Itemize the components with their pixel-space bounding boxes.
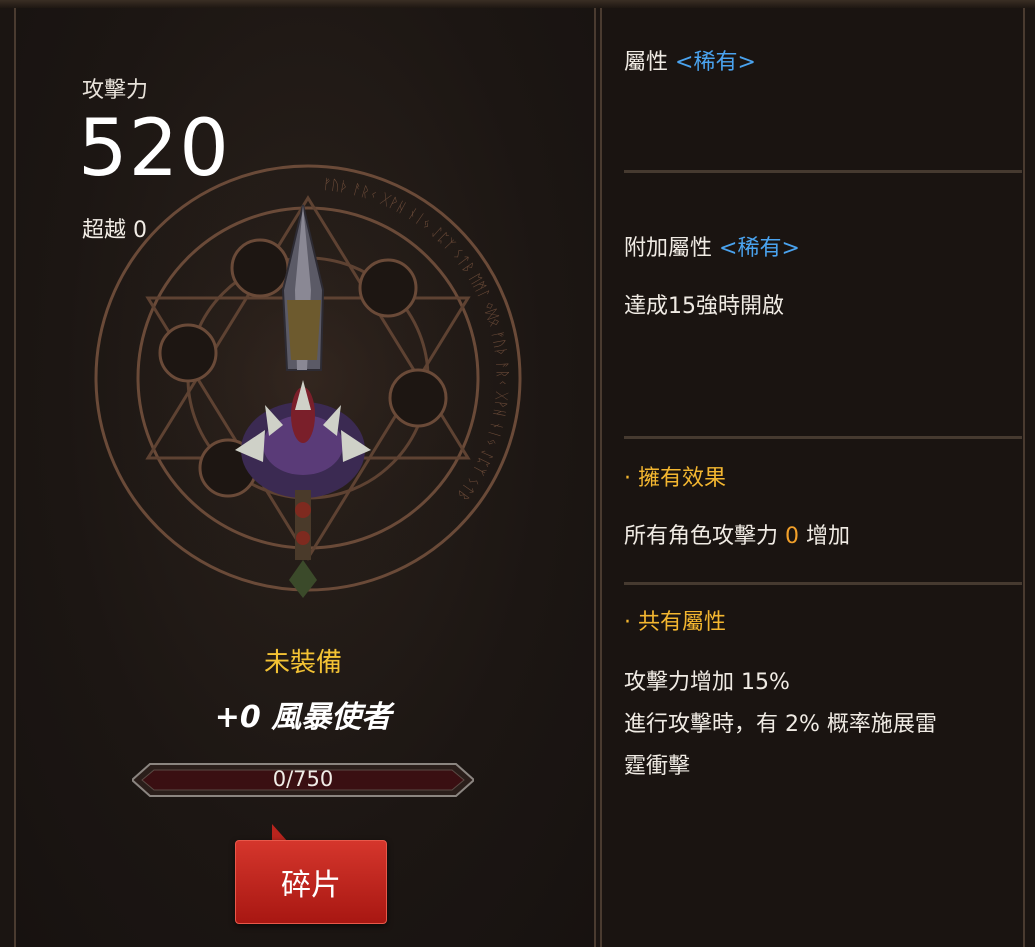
window-top-frame bbox=[0, 0, 1035, 8]
bonus-unlock-text: 達成15強時開啟 bbox=[624, 294, 784, 319]
shard-button-label: 碎片 bbox=[281, 868, 341, 903]
storm-sword-icon bbox=[225, 200, 385, 600]
owned-effect-suffix: 增加 bbox=[806, 524, 851, 549]
shard-progress-bar: 0/750 bbox=[132, 762, 474, 798]
shard-button[interactable]: 碎片 bbox=[235, 840, 387, 924]
owned-effect-value: 0 bbox=[785, 524, 800, 549]
divider bbox=[624, 582, 1022, 585]
equip-status: 未裝備 bbox=[263, 648, 342, 678]
divider bbox=[624, 436, 1022, 439]
attack-label: 攻擊力 bbox=[82, 78, 149, 103]
owned-effect-title: · 擁有效果 bbox=[624, 466, 726, 491]
owned-effect-text: 所有角色攻擊力 0 增加 bbox=[624, 518, 850, 550]
bonus-attribute-label: 附加屬性 bbox=[624, 236, 713, 261]
shared-attribute-line: 霆衝擊 bbox=[624, 754, 691, 779]
shared-attribute-line: 進行攻擊時，有 2% 概率施展雷 bbox=[624, 712, 937, 737]
shard-progress-text: 0/750 bbox=[272, 767, 334, 791]
shared-attribute-title: · 共有屬性 bbox=[624, 610, 726, 635]
attribute-label: 屬性 bbox=[624, 50, 669, 75]
divider bbox=[624, 170, 1022, 173]
bonus-attribute-header: 附加屬性 <稀有> bbox=[624, 230, 800, 262]
bonus-attribute-rarity: <稀有> bbox=[719, 236, 800, 261]
attribute-rarity: <稀有> bbox=[675, 50, 756, 75]
attribute-header: 屬性 <稀有> bbox=[624, 44, 756, 76]
shared-attribute-line: 攻擊力增加 15% bbox=[624, 670, 790, 695]
weapon-name: +0 風暴使者 bbox=[214, 700, 392, 735]
owned-effect-prefix: 所有角色攻擊力 bbox=[624, 524, 779, 549]
